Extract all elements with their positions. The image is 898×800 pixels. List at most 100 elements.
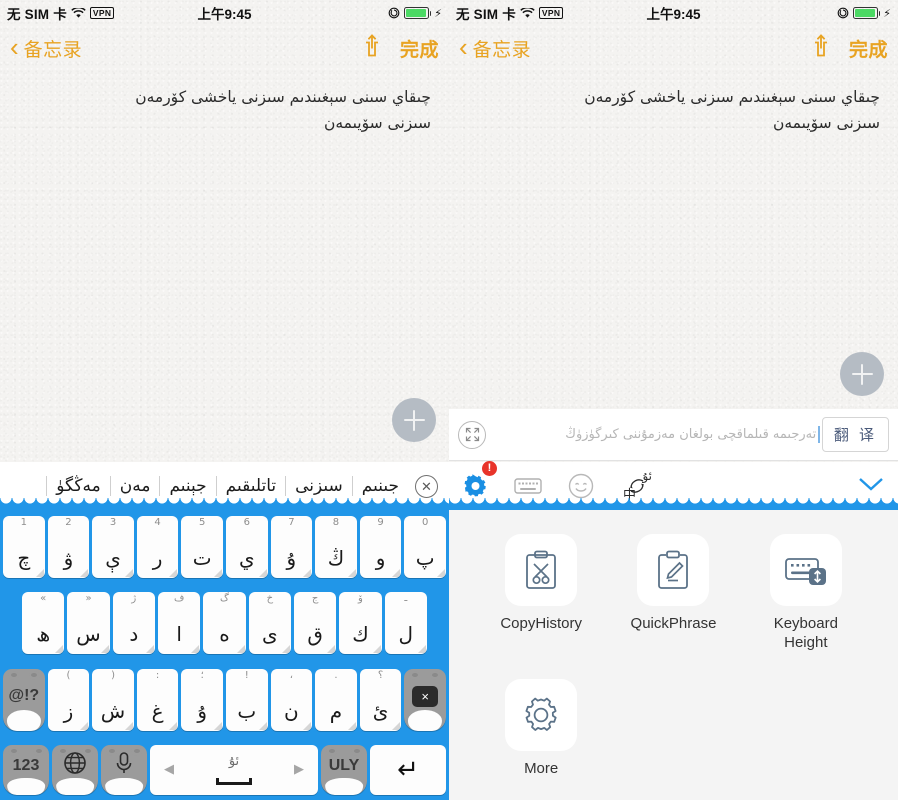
key[interactable]: » س	[67, 592, 110, 655]
voice-key[interactable]	[101, 744, 147, 795]
wifi-icon	[520, 7, 535, 19]
candidate-separator	[285, 476, 287, 496]
candidate-item[interactable]: تاتلىقىم	[217, 476, 285, 496]
text-cursor	[818, 426, 820, 443]
key[interactable]: 5ت	[181, 516, 223, 578]
done-button[interactable]: 完成	[400, 35, 439, 62]
key[interactable]: 1چ	[3, 516, 45, 578]
feature-quick-phrase[interactable]: QuickPhrase	[607, 534, 739, 653]
back-button[interactable]: ‹ 备忘录	[459, 34, 531, 62]
nav-bar-actions: 完成	[362, 33, 439, 63]
globe-key[interactable]	[52, 744, 98, 795]
feature-keyboard-height[interactable]: Keyboard Height	[740, 534, 872, 653]
key[interactable]: :غ	[136, 668, 179, 731]
translate-bar: تەرجىمە قىلماقچى بولغان مەزمۇننى كىرگۈزۈ…	[449, 409, 898, 461]
key[interactable]: «ھ	[22, 592, 65, 655]
candidate-item[interactable]: مەن	[111, 476, 160, 496]
delete-icon: ×	[412, 685, 438, 708]
key[interactable]: 9و	[359, 516, 402, 578]
space-key[interactable]: ◀ ئۇ ▶	[150, 744, 318, 795]
key-sup: «	[40, 593, 47, 605]
key[interactable]: (ز	[47, 668, 90, 731]
key[interactable]: ـل	[384, 592, 427, 655]
key-sup: »	[85, 593, 92, 605]
keyboard-button[interactable]	[514, 476, 542, 496]
candidate-item[interactable]: مەڭگۈ	[47, 476, 109, 496]
key[interactable]: 0پ	[404, 516, 446, 578]
chevron-left-icon: ‹	[10, 32, 19, 62]
numeric-key[interactable]: 123	[3, 744, 49, 795]
key[interactable]: .م	[315, 668, 357, 731]
key[interactable]: 2ۋ	[47, 516, 90, 578]
key-sup: ژ	[131, 593, 137, 605]
close-icon[interactable]: ✕	[415, 474, 438, 498]
key[interactable]: ؛ ۇ	[181, 668, 223, 731]
note-editor[interactable]: چىقاي سىنى سېغىندىم سىزنى ياخشى كۆرمەن س…	[449, 70, 898, 136]
cursor-right-icon[interactable]: ▶	[294, 761, 304, 777]
key[interactable]: 7ۇ	[270, 516, 313, 578]
carrier-label: 无 SIM 卡	[456, 7, 516, 22]
emoji-button[interactable]	[568, 473, 594, 499]
settings-button[interactable]: !	[463, 460, 497, 499]
key-label: س	[76, 622, 101, 647]
key-sup: ۆ	[358, 593, 363, 605]
clipboard-pencil-icon	[637, 534, 710, 606]
collapse-keyboard-button[interactable]	[858, 476, 884, 497]
key-label: غ	[151, 698, 164, 723]
key[interactable]: 8ڭ	[315, 516, 357, 578]
key-sup: 7	[288, 517, 295, 528]
expand-icon[interactable]	[458, 420, 486, 449]
key-sup: !	[244, 669, 249, 681]
key-label: ې	[105, 546, 121, 570]
share-button[interactable]	[811, 33, 831, 63]
note-text: چىقاي سىنى سېغىندىم سىزنى ياخشى كۆرمەن س…	[584, 88, 880, 132]
keyboard-icon	[514, 478, 542, 494]
candidate-separator	[46, 476, 48, 496]
key[interactable]: ژد	[112, 592, 155, 655]
candidate-item[interactable]: جېنىم	[160, 476, 215, 496]
key[interactable]: گە	[203, 592, 246, 655]
add-button[interactable]	[392, 398, 436, 442]
status-bar: 无 SIM 卡 VPN 上午9:45 ⚡	[0, 0, 449, 26]
key[interactable]: فا	[158, 592, 201, 655]
key-label: ب	[237, 698, 257, 723]
key[interactable]: 6ي	[226, 516, 268, 578]
key[interactable]: ، ن	[270, 668, 313, 731]
feature-more[interactable]: More	[475, 678, 607, 779]
key-label: ڭ	[327, 546, 345, 570]
translate-input[interactable]: تەرجىمە قىلماقچى بولغان مەزمۇننى كىرگۈزۈ…	[486, 420, 820, 450]
uly-key-label: ULY	[328, 756, 360, 774]
candidate-separator	[351, 476, 353, 496]
add-button[interactable]	[840, 352, 884, 396]
translate-button[interactable]: 翻 译	[821, 417, 889, 452]
key[interactable]: ۆك	[339, 592, 382, 655]
back-button[interactable]: ‹ 备忘录	[10, 32, 82, 62]
key-label: ت	[192, 546, 212, 570]
candidate-separator	[159, 476, 161, 496]
key[interactable]: خى	[248, 592, 291, 655]
enter-key[interactable]: ↵	[370, 744, 446, 795]
key-sup: :	[155, 669, 160, 681]
candidate-item[interactable]: جىنىم	[353, 476, 408, 496]
key[interactable]: ) ش	[92, 668, 134, 731]
key[interactable]: 3ې	[92, 516, 134, 578]
numeric-key-label: 123	[12, 756, 40, 774]
done-button[interactable]: 完成	[849, 35, 888, 62]
feature-panel: CopyHistory QuickPhrase Keyboard Height …	[449, 510, 898, 800]
key[interactable]: 4ر	[136, 516, 179, 578]
key[interactable]: ! ب	[226, 668, 268, 731]
delete-key[interactable]: ×	[404, 668, 446, 731]
feature-copy-history[interactable]: CopyHistory	[475, 534, 607, 653]
symbol-key[interactable]: @!?	[3, 668, 45, 731]
share-button[interactable]	[362, 33, 382, 63]
status-bar-right: ⚡	[837, 7, 891, 20]
key-label: ي	[238, 546, 255, 570]
note-editor[interactable]: چىقاي سىنى سېغىندىم سىزنى ياخشى كۆرمەن س…	[0, 70, 449, 136]
rotation-lock-icon	[388, 7, 400, 19]
uly-key[interactable]: ULY	[321, 744, 367, 795]
key[interactable]: ؟ ئ	[359, 668, 402, 731]
candidate-item[interactable]: سىزنى	[286, 476, 352, 496]
keyboard-row-2: «ھ » س ژد فا گە خى جق ۆك ـل	[3, 592, 446, 655]
key[interactable]: جق	[293, 592, 337, 655]
feature-grid: CopyHistory QuickPhrase Keyboard Height …	[475, 534, 872, 800]
